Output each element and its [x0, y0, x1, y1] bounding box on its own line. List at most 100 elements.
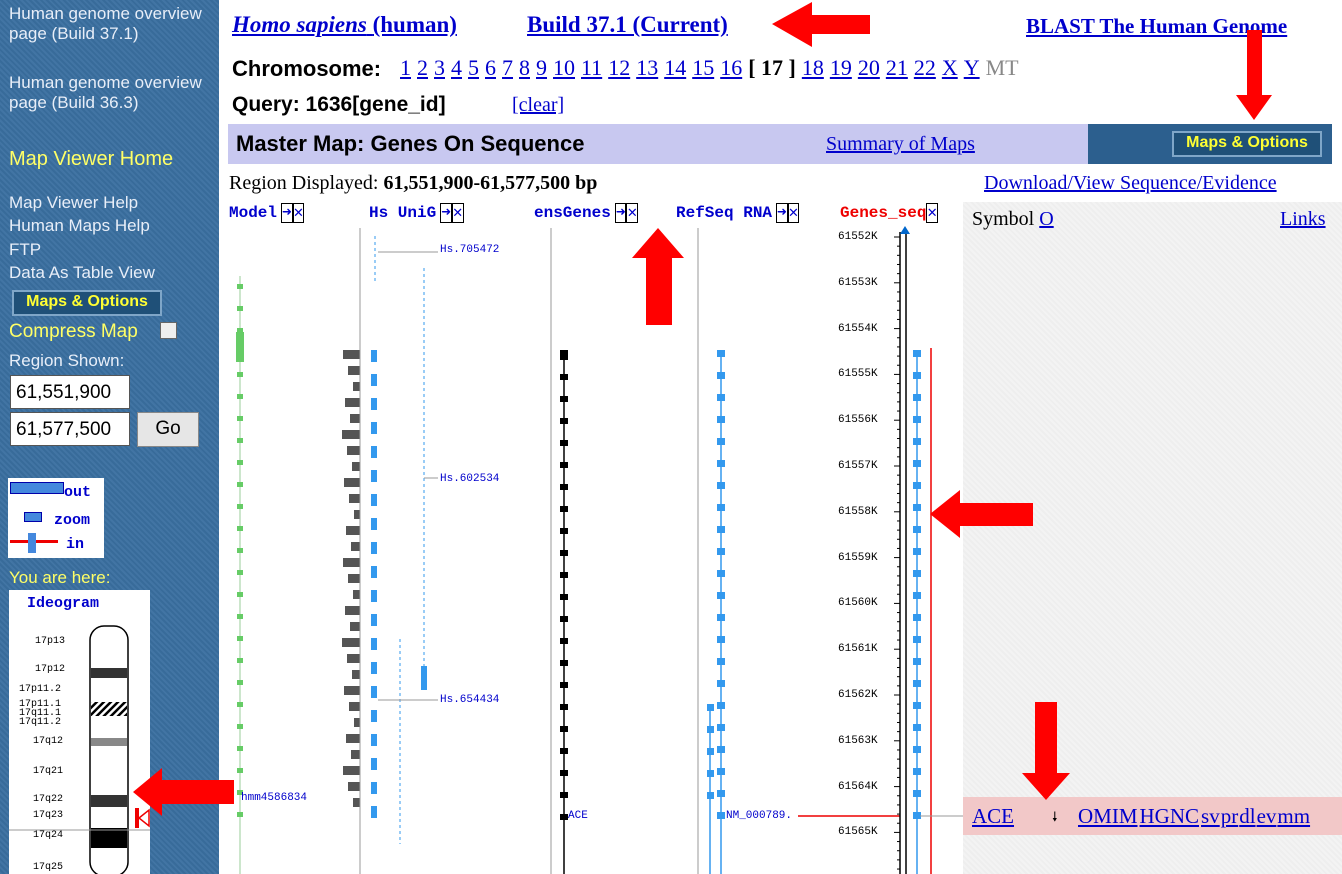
model-exon: [237, 768, 243, 773]
down-arrow-icon[interactable]: 🠗: [1052, 808, 1058, 830]
refseq-exon: [717, 790, 725, 797]
data-as-table-view-link[interactable]: Data As Table View: [9, 263, 155, 283]
chromosome-link-2[interactable]: 2: [417, 55, 428, 80]
chromosome-link-11[interactable]: 11: [581, 55, 602, 80]
genes-seq-strand-arrow: [900, 226, 910, 234]
ideogram-panel[interactable]: Ideogram 17p13 17p12 17p11.2 17p11.1 17q…: [9, 590, 150, 874]
chromosome-link-18[interactable]: 18: [802, 55, 824, 80]
unigene-label-2[interactable]: Hs.602534: [440, 473, 499, 485]
blast-link[interactable]: BLAST The Human Genome: [1026, 14, 1287, 39]
zoom-widget[interactable]: out zoom in: [8, 478, 104, 558]
track-move-icon[interactable]: ➜: [614, 203, 627, 223]
chromosome-link-22[interactable]: 22: [914, 55, 936, 80]
band-17q21: 17q21: [33, 766, 64, 777]
zoom-in-bar[interactable]: [28, 533, 36, 553]
track-move-icon[interactable]: ➜: [440, 203, 452, 223]
track-move-icon[interactable]: ➜: [776, 203, 788, 223]
compress-map-checkbox[interactable]: [160, 322, 177, 339]
region-shown-label: Region Shown:: [9, 351, 125, 370]
track-title-model[interactable]: Model ➜ ✕: [229, 202, 305, 223]
ensgenes-exon: [560, 484, 568, 490]
track-close-icon[interactable]: ✕: [626, 203, 639, 223]
result-link-dl[interactable]: dl: [1239, 804, 1255, 828]
model-label[interactable]: hmm4586834: [241, 792, 307, 804]
result-link-ev[interactable]: ev: [1257, 804, 1277, 828]
sidebar-link-build36[interactable]: Human genome overview page (Build 36.3): [9, 73, 209, 113]
clear-link[interactable]: [clear]: [512, 94, 564, 117]
genes-seq-exon: [913, 548, 921, 555]
result-link-mm[interactable]: mm: [1277, 804, 1310, 828]
track-close-icon[interactable]: ✕: [292, 203, 305, 223]
unigene-exon: [371, 638, 377, 650]
maps-options-button[interactable]: Maps & Options: [1172, 131, 1322, 157]
ruler-tick-label: 61565K: [838, 826, 878, 839]
refseq-exon: [717, 680, 725, 687]
refseq-label[interactable]: NM_000789.: [726, 810, 792, 822]
sidebar-maps-options-button[interactable]: Maps & Options: [12, 290, 162, 316]
ruler-tick-label: 61564K: [838, 780, 878, 793]
chromosome-link-10[interactable]: 10: [553, 55, 575, 80]
unigene-density-bar: [347, 446, 360, 455]
refseq-exon: [707, 726, 714, 733]
region-from-input[interactable]: 61,551,900: [10, 375, 130, 409]
track-close-icon[interactable]: ✕: [451, 203, 464, 223]
chromosome-link-5[interactable]: 5: [468, 55, 479, 80]
chromosome-link-3[interactable]: 3: [434, 55, 445, 80]
track-title-unigene[interactable]: Hs UniG ➜ ✕: [369, 202, 464, 223]
chromosome-link-7[interactable]: 7: [502, 55, 513, 80]
gene-ace-link[interactable]: ACE: [972, 804, 1014, 829]
track-close-icon[interactable]: ✕: [926, 203, 939, 223]
chromosome-link-9[interactable]: 9: [536, 55, 547, 80]
result-link-omim[interactable]: OMIM: [1078, 804, 1138, 828]
symbol-sort-link[interactable]: O: [1039, 208, 1053, 230]
human-maps-help-link[interactable]: Human Maps Help: [9, 216, 150, 236]
chromosome-link-21[interactable]: 21: [886, 55, 908, 80]
unigene-density-bar: [342, 638, 360, 647]
track-close-icon[interactable]: ✕: [787, 203, 800, 223]
result-link-hgnc[interactable]: HGNC: [1140, 804, 1200, 828]
summary-of-maps-link[interactable]: Summary of Maps: [826, 133, 975, 156]
chromosome-link-Y[interactable]: Y: [964, 55, 980, 80]
ruler-tick-label: 61555K: [838, 368, 878, 381]
region-to-input[interactable]: 61,577,500: [10, 412, 130, 446]
chromosome-link-6[interactable]: 6: [485, 55, 496, 80]
chromosome-link-4[interactable]: 4: [451, 55, 462, 80]
chromosome-link-8[interactable]: 8: [519, 55, 530, 80]
chromosome-link-13[interactable]: 13: [636, 55, 658, 80]
chromosome-link-1[interactable]: 1: [400, 55, 411, 80]
ruler-tick-label: 61554K: [838, 322, 878, 335]
map-tracks[interactable]: [228, 224, 963, 874]
map-viewer-home-link[interactable]: Map Viewer Home: [9, 149, 173, 169]
refseq-exon: [717, 548, 725, 555]
sidebar-link-build37[interactable]: Human genome overview page (Build 37.1): [9, 4, 209, 44]
chromosome-link-12[interactable]: 12: [608, 55, 630, 80]
chromosome-link-15[interactable]: 15: [692, 55, 714, 80]
zoom-out-bar[interactable]: [10, 482, 64, 494]
track-title-ensgenes[interactable]: ensGenes ➜ ✕: [534, 202, 639, 223]
build-link[interactable]: Build 37.1 (Current): [527, 12, 728, 38]
unigene-label-1[interactable]: Hs.705472: [440, 244, 499, 256]
links-header[interactable]: Links: [1280, 208, 1326, 231]
unigene-label-3[interactable]: Hs.654434: [440, 694, 499, 706]
go-button[interactable]: Go: [137, 412, 199, 447]
download-sequence-link[interactable]: Download/View Sequence/Evidence: [984, 172, 1277, 195]
chromosome-link-20[interactable]: 20: [858, 55, 880, 80]
chromosome-link-19[interactable]: 19: [830, 55, 852, 80]
track-title-genes-seq[interactable]: Genes_seq✕: [840, 202, 939, 223]
map-viewer-help-link[interactable]: Map Viewer Help: [9, 193, 138, 213]
chromosome-link-16[interactable]: 16: [720, 55, 742, 80]
genes-seq-exon: [913, 372, 921, 379]
chromosome-link-14[interactable]: 14: [664, 55, 686, 80]
track-title-refseq[interactable]: RefSeq RNA ➜ ✕: [676, 202, 800, 223]
refseq-exon: [717, 724, 725, 731]
track-move-icon[interactable]: ➜: [281, 203, 293, 223]
ideogram-chromosome[interactable]: [9, 590, 150, 874]
ftp-link[interactable]: FTP: [9, 240, 41, 260]
result-link-pr[interactable]: pr: [1221, 804, 1239, 828]
chromosome-link-X[interactable]: X: [942, 55, 958, 80]
organism-link[interactable]: Homo sapiens (human): [232, 12, 457, 38]
zoom-mid-bar[interactable]: [24, 512, 42, 522]
ensgenes-label[interactable]: ACE: [568, 810, 588, 822]
ruler-tick-label: 61556K: [838, 414, 878, 427]
result-link-sv[interactable]: sv: [1201, 804, 1220, 828]
